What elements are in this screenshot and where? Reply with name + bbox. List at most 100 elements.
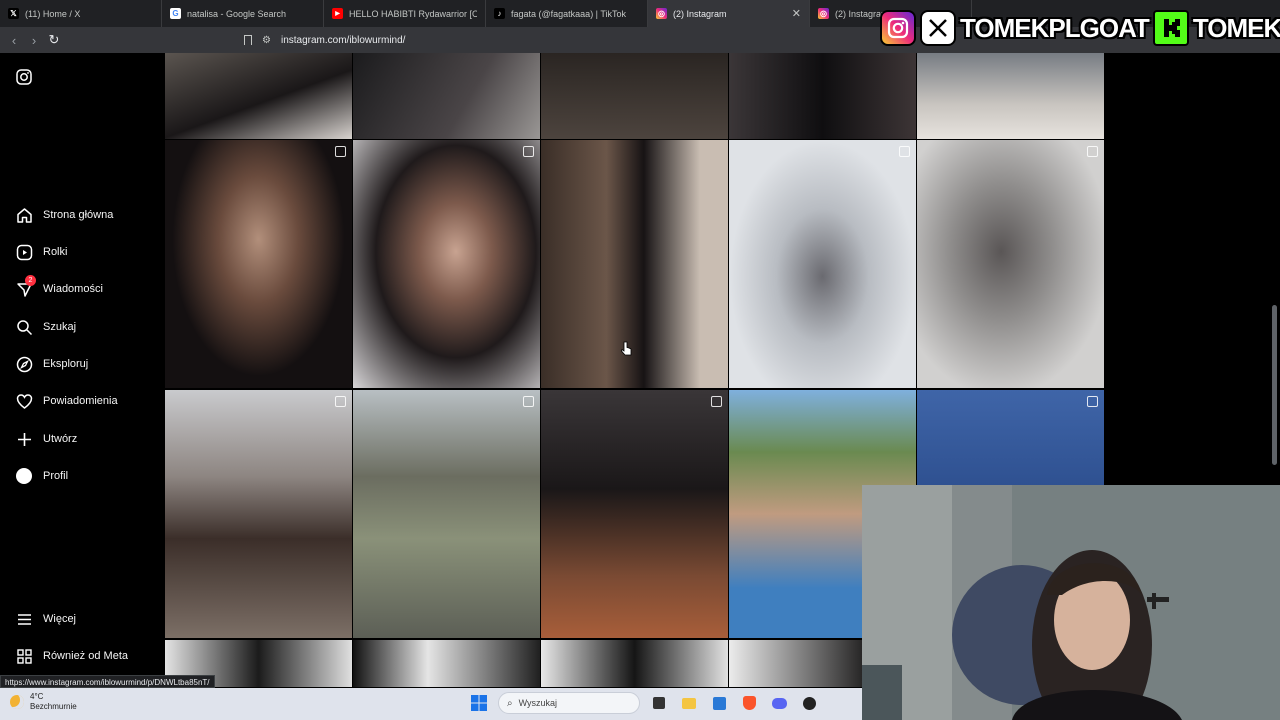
back-icon[interactable]: ‹ xyxy=(4,30,24,50)
notification-badge: 2 xyxy=(25,275,36,286)
reload-icon[interactable]: ↻ xyxy=(44,30,64,50)
x-icon: 𝕏 xyxy=(8,8,19,19)
sidebar-item-more[interactable]: Więcej xyxy=(15,608,76,630)
carousel-icon xyxy=(523,396,534,407)
windows-start-icon[interactable] xyxy=(468,692,490,714)
sidebar-item-label: Więcej xyxy=(43,613,77,625)
instagram-icon: ◎ xyxy=(818,8,829,19)
post-thumbnail[interactable] xyxy=(917,53,1104,139)
sidebar-item-label: Strona główna xyxy=(43,209,114,221)
carousel-icon xyxy=(899,146,910,157)
carousel-icon xyxy=(335,396,346,407)
post-thumbnail[interactable] xyxy=(541,390,728,638)
reels-icon xyxy=(15,243,33,261)
browser-tab[interactable]: ▶ HELLO HABIBTI Rydawarrior [Official xyxy=(324,0,486,27)
sidebar-item-label: Powiadomienia xyxy=(43,395,118,407)
post-thumbnail[interactable] xyxy=(353,640,540,687)
post-thumbnail[interactable] xyxy=(917,140,1104,388)
link-status-url: https://www.instagram.com/iblowurmind/p/… xyxy=(0,675,215,688)
post-thumbnail[interactable] xyxy=(541,640,728,687)
meta-apps-icon xyxy=(15,647,33,665)
sidebar-item-profile[interactable]: Profil xyxy=(15,465,68,487)
carousel-icon xyxy=(711,396,722,407)
x-icon xyxy=(920,10,956,46)
carousel-icon xyxy=(523,146,534,157)
instagram-icon: ◎ xyxy=(656,8,667,19)
weather-widget[interactable]: 4°C Bezchmurnie xyxy=(10,692,77,711)
microsoft-store-icon[interactable] xyxy=(708,692,730,714)
sidebar-item-create[interactable]: Utwórz xyxy=(15,428,77,450)
carousel-icon xyxy=(1087,146,1098,157)
brave-browser-icon[interactable] xyxy=(738,692,760,714)
carousel-icon xyxy=(335,146,346,157)
home-icon xyxy=(15,206,33,224)
post-thumbnail[interactable] xyxy=(165,140,352,388)
sidebar-item-notifications[interactable]: Powiadomienia xyxy=(15,390,118,412)
post-thumbnail[interactable] xyxy=(541,53,728,139)
webcam-feed xyxy=(862,485,1280,720)
forward-icon[interactable]: › xyxy=(24,30,44,50)
post-thumbnail[interactable] xyxy=(165,53,352,139)
instagram-icon xyxy=(880,10,916,46)
search-icon: ⌕ xyxy=(507,697,513,709)
heart-icon xyxy=(15,392,33,410)
explore-icon xyxy=(15,355,33,373)
post-thumbnail[interactable] xyxy=(541,140,728,388)
messages-icon: 2 xyxy=(15,275,36,298)
weather-temperature: 4°C xyxy=(30,692,44,701)
sidebar-item-label: Szukaj xyxy=(43,321,77,333)
google-icon: G xyxy=(170,8,181,19)
menu-icon xyxy=(15,610,33,628)
sidebar-item-label: Również od Meta xyxy=(43,650,128,662)
webcam-image xyxy=(862,485,1280,720)
search-icon xyxy=(15,318,33,336)
mouse-cursor-icon xyxy=(621,341,632,356)
task-view-icon[interactable] xyxy=(648,692,670,714)
kick-icon xyxy=(1152,10,1189,46)
bookmark-icon[interactable] xyxy=(244,35,252,45)
sidebar-item-messages[interactable]: 2 Wiadomości xyxy=(15,275,103,300)
tiktok-icon: ♪ xyxy=(494,8,505,19)
sidebar-item-label: Rolki xyxy=(43,246,68,258)
taskbar-search-box[interactable]: ⌕ Wyszukaj xyxy=(498,692,640,714)
sidebar-item-explore[interactable]: Eksploruj xyxy=(15,353,88,375)
streamer-overlay-banner: TOMEKPLGOAT TOMEKPL xyxy=(880,8,1280,48)
site-info-icon[interactable]: ⚙ xyxy=(262,35,271,46)
post-thumbnail[interactable] xyxy=(353,140,540,388)
instagram-logo-icon[interactable] xyxy=(16,69,32,85)
sidebar-item-label: Wiadomości xyxy=(43,283,103,295)
sidebar-item-home[interactable]: Strona główna xyxy=(15,204,113,226)
youtube-icon: ▶ xyxy=(332,8,343,19)
tab-title: fagata (@fagatkaaa) | TikTok xyxy=(511,8,627,19)
tab-title: natalisa - Google Search xyxy=(187,8,287,19)
browser-tab[interactable]: 𝕏 (11) Home / X xyxy=(0,0,162,27)
instagram-sidebar: Strona główna Rolki 2 Wiadomości Szukaj xyxy=(0,53,165,687)
browser-tab[interactable]: G natalisa - Google Search xyxy=(162,0,324,27)
weather-condition: Bezchmurnie xyxy=(30,701,77,711)
plus-icon xyxy=(15,430,33,448)
tab-title: (11) Home / X xyxy=(25,8,81,19)
post-thumbnail[interactable] xyxy=(729,53,916,139)
sidebar-item-label: Eksploruj xyxy=(43,358,89,370)
avatar xyxy=(15,467,33,485)
app-icon[interactable] xyxy=(798,692,820,714)
browser-tab-active[interactable]: ◎ (2) Instagram ✕ xyxy=(648,0,810,27)
scrollbar-thumb[interactable] xyxy=(1272,305,1277,465)
close-icon[interactable]: ✕ xyxy=(792,7,801,20)
file-explorer-icon[interactable] xyxy=(678,692,700,714)
discord-icon[interactable] xyxy=(768,692,790,714)
post-thumbnail[interactable] xyxy=(353,390,540,638)
carousel-icon xyxy=(1087,396,1098,407)
sidebar-item-search[interactable]: Szukaj xyxy=(15,316,76,338)
tab-title: HELLO HABIBTI Rydawarrior [Official xyxy=(349,8,477,19)
post-thumbnail[interactable] xyxy=(729,140,916,388)
moon-icon xyxy=(10,694,24,709)
browser-tab[interactable]: ♪ fagata (@fagatkaaa) | TikTok xyxy=(486,0,648,27)
sidebar-item-label: Profil xyxy=(43,470,69,482)
post-thumbnail[interactable] xyxy=(165,390,352,638)
search-placeholder: Wyszukaj xyxy=(518,698,558,708)
post-thumbnail[interactable] xyxy=(353,53,540,139)
overlay-handle-secondary: TOMEKPL xyxy=(1192,13,1280,43)
sidebar-item-reels[interactable]: Rolki xyxy=(15,241,67,263)
sidebar-item-meta[interactable]: Również od Meta xyxy=(15,645,128,667)
